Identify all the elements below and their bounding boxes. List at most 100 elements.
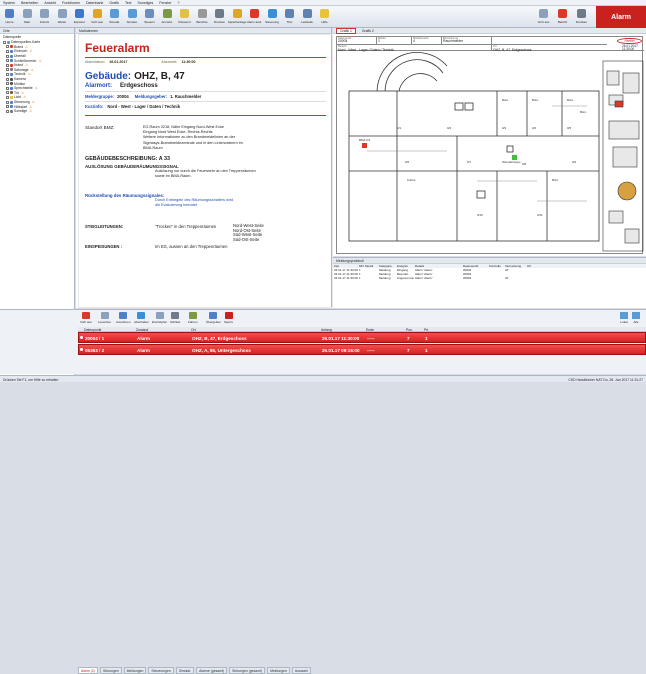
- alarm-tab[interactable]: Simulat.: [175, 667, 195, 674]
- expand-icon[interactable]: [3, 40, 6, 44]
- tree-item-label: Sabotage: [14, 67, 29, 72]
- tree-item-label: Monitor: [14, 81, 26, 86]
- message-row[interactable]: 26.01.17 11:30:00 1 Meldung Angenommen Alarm…: [333, 276, 646, 280]
- plan-tab-2[interactable]: Grafik 2: [362, 29, 374, 33]
- plan-tab-1[interactable]: Grafik 1: [336, 27, 356, 34]
- menu-item[interactable]: System: [3, 1, 15, 5]
- toolbar-button[interactable]: Weiter: [55, 7, 70, 27]
- menu-item[interactable]: Sonstiges: [138, 1, 154, 5]
- plan-field: Meldebereich 4: [412, 37, 442, 44]
- tree-item-label: Einbruch: [14, 49, 28, 54]
- message-col-header[interactable]: Modul: [364, 264, 378, 268]
- detector-code: 0/6: [405, 160, 410, 164]
- alarm-tab[interactable]: Meldungen: [267, 667, 290, 674]
- toolbar-button[interactable]: Home: [2, 7, 17, 27]
- expand-icon[interactable]: [6, 45, 9, 49]
- menu-item[interactable]: Datenbank: [86, 1, 103, 5]
- toolbar-icon: [75, 9, 84, 18]
- toolbar-button[interactable]: Simulat.: [107, 7, 122, 27]
- alarm-tool-button[interactable]: Vorh aus: [80, 312, 92, 326]
- toolbar-button[interactable]: Drucken: [212, 7, 227, 27]
- toolbar-right-button[interactable]: Drucken: [574, 7, 589, 27]
- expand-icon[interactable]: [6, 105, 9, 109]
- menu-item[interactable]: Fenster: [159, 1, 171, 5]
- toolbar-button[interactable]: Vorh aus: [90, 7, 105, 27]
- message-col-header[interactable]: Ort: [526, 264, 546, 268]
- alarm-tool-button[interactable]: Erschöpfen: [152, 312, 167, 326]
- message-cell: AT: [505, 276, 509, 281]
- alarm-cell: 26.01.17 11:30:00: [322, 335, 360, 341]
- alarm-col-header[interactable]: Zustand: [136, 328, 148, 332]
- expand-icon[interactable]: [6, 91, 9, 95]
- alarm-tool-button[interactable]: Übergeben: [206, 312, 221, 326]
- toolbar-right-button[interactable]: Vorh aus: [536, 7, 551, 27]
- toolbar-button[interactable]: Zurück: [37, 7, 52, 27]
- expand-icon[interactable]: [6, 54, 9, 58]
- menu-item[interactable]: Ansicht: [44, 1, 56, 5]
- alarm-tool-button[interactable]: Fahren: [188, 312, 198, 326]
- gb-title: GEBÄUDEBESCHREIBUNG:: [85, 156, 158, 163]
- alarm-col-header[interactable]: Ort: [191, 328, 196, 332]
- toolbar-button[interactable]: Hilfe: [317, 7, 332, 27]
- tree-item-label: Technik: [14, 72, 26, 77]
- toolbar-button[interactable]: Berichte: [195, 7, 210, 27]
- expand-icon[interactable]: [6, 95, 9, 99]
- expand-icon[interactable]: [6, 100, 9, 104]
- menu-item[interactable]: Funktionen: [62, 1, 80, 5]
- toolbar-button[interactable]: Explorer: [72, 7, 87, 27]
- alarm-tool-button[interactable]: Sperre: [224, 312, 233, 326]
- floorplan-drawing[interactable]: Büro Büro Büro Büro Küche Wendeltreppe Büro 0/1…: [337, 51, 644, 255]
- alarm-row[interactable]: 05363 / 2 Alarm OHZ, A, 86, Untergeschoss 2…: [78, 344, 646, 355]
- menu-item[interactable]: Grafik: [109, 1, 119, 5]
- alarm-tool-button[interactable]: Schließ.: [170, 312, 181, 326]
- status-right: CSD Handbücher NAT Do, 26. Jan 2017 11:3…: [568, 377, 643, 382]
- alarm-col-header[interactable]: Ende: [366, 328, 374, 332]
- alarm-tab[interactable]: Steuerungen: [148, 667, 174, 674]
- message-col-header[interactable]: Kontrolle: [488, 264, 504, 268]
- alarm-col-header[interactable]: Anfang: [321, 328, 332, 332]
- toolbar-right-button[interactable]: Bericht: [555, 7, 570, 27]
- view-toggle-button[interactable]: Alle: [632, 312, 640, 326]
- alarm-col-header[interactable]: Datenpunkt: [84, 328, 101, 332]
- alarm-tab[interactable]: Störungen: [99, 667, 122, 674]
- alarm-tab[interactable]: Alarme (gesamt): [196, 667, 228, 674]
- toolbar-button[interactable]: Steuern: [142, 7, 157, 27]
- expand-icon[interactable]: [6, 59, 9, 63]
- rueck-lines: Durch Entriegeln des Räumungsschalters w…: [155, 198, 326, 208]
- menu-item[interactable]: Bearbeiten: [21, 1, 38, 5]
- expand-icon[interactable]: [6, 86, 9, 90]
- expand-icon[interactable]: [6, 82, 9, 86]
- expand-icon[interactable]: [6, 109, 9, 113]
- alarm-col-header[interactable]: Pos.: [406, 328, 413, 332]
- alarm-row[interactable]: 20004 / 1 Alarm OHZ, B, 47, Erdgeschoss 26.…: [78, 332, 646, 343]
- toolbar-button[interactable]: Tbxr: [282, 7, 297, 27]
- menu-item[interactable]: ?: [178, 1, 180, 5]
- alarm-tool-button[interactable]: Abschalten: [134, 312, 149, 326]
- view-toggle-button[interactable]: Lokal: [620, 312, 628, 326]
- alarm-button[interactable]: Alarm: [596, 6, 646, 28]
- alarm-tab[interactable]: Meldungen: [123, 667, 147, 674]
- alarm-tab[interactable]: Auswahl: [291, 667, 311, 674]
- alarm-col-header[interactable]: Pri.: [424, 328, 429, 332]
- toolbar-button[interactable]: Leitstelle: [300, 7, 315, 27]
- expand-icon[interactable]: [6, 49, 9, 53]
- toolbar-button[interactable]: Simulat.: [125, 7, 140, 27]
- expand-icon[interactable]: [6, 77, 9, 81]
- tree-item-label: Datenquellen-Karte: [11, 40, 41, 45]
- alarm-tool-button[interactable]: Annehmen: [116, 312, 131, 326]
- alarm-tab[interactable]: Störungen (gesamt): [229, 667, 266, 674]
- toolbar-button[interactable]: Passwort: [177, 7, 192, 27]
- tree-item[interactable]: Sonstige ⚠: [3, 109, 74, 114]
- plan-ort-box: Ort OHZ, B, 47, Erdgeschoss: [492, 44, 607, 52]
- toolbar-button[interactable]: Start: [20, 7, 35, 27]
- expand-icon[interactable]: [6, 72, 9, 76]
- toolbar-button[interactable]: Alarm ausl.: [247, 7, 262, 27]
- expand-icon[interactable]: [6, 63, 9, 67]
- toolbar-button[interactable]: Sprachanlage: [228, 7, 246, 27]
- alarm-tool-button[interactable]: Loeschen: [98, 312, 111, 326]
- toolbar-button[interactable]: Anmeld.: [160, 7, 175, 27]
- expand-icon[interactable]: [6, 68, 9, 72]
- toolbar-button[interactable]: Steuerung: [265, 7, 280, 27]
- alarm-tab[interactable]: Alarm (2): [78, 667, 98, 674]
- menu-item[interactable]: Text: [125, 1, 132, 5]
